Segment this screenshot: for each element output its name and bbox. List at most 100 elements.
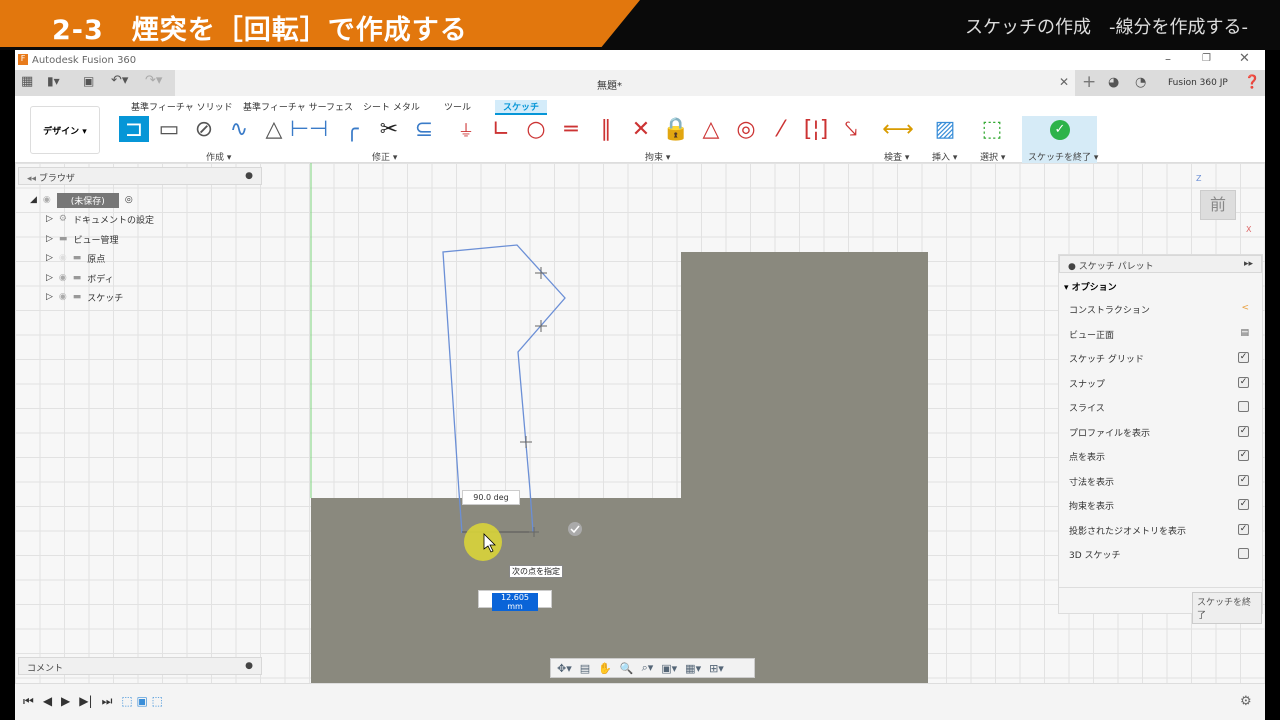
- option-checkbox[interactable]: [1238, 548, 1249, 559]
- length-value[interactable]: 12.605 mm: [492, 593, 538, 611]
- palette-finish-button[interactable]: スケッチを終了: [1192, 592, 1262, 624]
- dimension-tool-icon[interactable]: ⊢⊣: [290, 116, 328, 142]
- apps-grid-icon[interactable]: ▦: [21, 74, 33, 89]
- tree-item-bodies[interactable]: ▷ ◉ ▬ ボディ: [46, 269, 114, 287]
- option-checkbox[interactable]: [1238, 401, 1249, 412]
- last-icon[interactable]: ⏭: [102, 694, 113, 709]
- length-input[interactable]: 12.605 mm: [478, 590, 552, 611]
- palette-option[interactable]: 寸法を表示 ✓: [1069, 474, 1249, 488]
- undo-icon[interactable]: ↶▾: [111, 73, 128, 88]
- perpendicular-icon[interactable]: ∟: [486, 116, 516, 142]
- option-checkbox[interactable]: ✓: [1238, 499, 1249, 510]
- angle-dimension[interactable]: 90.0 deg: [462, 490, 520, 505]
- redo-icon[interactable]: ↷▾: [145, 73, 162, 88]
- pin-icon[interactable]: ●: [245, 171, 253, 181]
- timeline-features[interactable]: ⬚ ▣ ⬚: [121, 694, 163, 709]
- curvature-icon[interactable]: ⤥: [836, 116, 866, 142]
- option-checkbox[interactable]: ✓: [1238, 523, 1249, 535]
- grid-settings-icon[interactable]: ▦▾: [685, 662, 701, 675]
- construction-icon[interactable]: <: [1241, 303, 1249, 316]
- circle-tool-icon[interactable]: ⊘: [189, 116, 219, 142]
- orbit-icon[interactable]: ✥▾: [557, 662, 572, 675]
- palette-option[interactable]: 投影されたジオメトリを表示 ✓: [1069, 523, 1249, 537]
- insert-image-icon[interactable]: ▨: [930, 116, 960, 142]
- tree-root[interactable]: ◢ ◉ (未保存) ◎: [30, 191, 133, 209]
- option-checkbox[interactable]: ✓: [1238, 425, 1249, 437]
- trim-tool-icon[interactable]: ✂: [374, 116, 404, 142]
- palette-option[interactable]: スケッチ グリッド ✓: [1069, 352, 1249, 365]
- play-icon[interactable]: ▶: [61, 694, 70, 709]
- viewcube[interactable]: 前: [1200, 190, 1236, 220]
- tree-item-sketches[interactable]: ▷ ◉ ▬ スケッチ: [46, 288, 123, 306]
- tab-solid[interactable]: 基準フィーチャ ソリッド: [131, 100, 233, 113]
- triangle-tool-icon[interactable]: △: [259, 116, 289, 142]
- previous-icon[interactable]: ◀: [43, 694, 52, 709]
- option-checkbox[interactable]: ✓: [1238, 450, 1249, 461]
- parallel-icon[interactable]: ∥: [591, 116, 621, 142]
- help-icon[interactable]: ❓: [1244, 75, 1260, 90]
- viewports-icon[interactable]: ⊞▾: [709, 662, 724, 675]
- concentric-icon[interactable]: ◎: [731, 116, 761, 142]
- coincident-triangle-icon[interactable]: △: [696, 116, 726, 142]
- select-group-label[interactable]: 選択 ▾: [980, 150, 1005, 163]
- tangent-icon[interactable]: ○: [521, 116, 551, 142]
- select-box-icon[interactable]: ⬚: [977, 116, 1007, 142]
- rectangle-tool-icon[interactable]: ▭: [154, 116, 184, 142]
- finish-group-label[interactable]: スケッチを終了 ▾: [1028, 150, 1098, 163]
- new-tab-button[interactable]: +: [1082, 72, 1096, 92]
- palette-option[interactable]: スライス: [1069, 401, 1249, 414]
- palette-option[interactable]: 3D スケッチ: [1069, 548, 1249, 561]
- file-menu-icon[interactable]: ▮▾: [47, 74, 60, 88]
- tab-tools[interactable]: ツール: [444, 100, 471, 113]
- canvas-viewport[interactable]: 90.0 deg 次の点を指定 12.605 mm ◂◂ ブラウザ ● ◢ ◉ (未保…: [15, 163, 1265, 683]
- settings-gear-icon[interactable]: ⚙: [1240, 694, 1252, 709]
- line-tool-icon[interactable]: ⊐: [119, 116, 149, 142]
- workspace-switcher[interactable]: デザイン ▾: [30, 106, 100, 154]
- horizontal-vertical-icon[interactable]: ✕: [626, 116, 656, 142]
- notification-icon[interactable]: ◔: [1135, 75, 1146, 90]
- inspect-group-label[interactable]: 検査 ▾: [884, 150, 909, 163]
- option-checkbox[interactable]: ✓: [1238, 474, 1249, 486]
- fillet-tool-icon[interactable]: ╭: [337, 116, 367, 142]
- first-icon[interactable]: ⏮: [23, 694, 34, 709]
- palette-option[interactable]: プロファイルを表示 ✓: [1069, 425, 1249, 439]
- expand-icon[interactable]: ▸▸: [1244, 259, 1253, 269]
- pin-icon[interactable]: ●: [245, 661, 253, 671]
- pan-icon[interactable]: ✋: [598, 662, 612, 675]
- tab-sheet-metal[interactable]: シート メタル: [363, 100, 420, 113]
- palette-option[interactable]: スナップ ✓: [1069, 376, 1249, 390]
- options-section[interactable]: ▾ オプション: [1064, 280, 1117, 293]
- palette-option[interactable]: ビュー正面 ▤: [1069, 328, 1249, 341]
- next-icon[interactable]: ▶|: [79, 694, 92, 709]
- lock-icon[interactable]: 🔒: [661, 116, 691, 142]
- spline-tool-icon[interactable]: ∿: [224, 116, 254, 142]
- palette-option[interactable]: 点を表示 ✓: [1069, 450, 1249, 463]
- tree-item-document-settings[interactable]: ▷ ⚙ ドキュメントの設定: [46, 210, 154, 228]
- tab-sketch[interactable]: スケッチ: [495, 100, 548, 115]
- fix-constraint-icon[interactable]: ⏚: [451, 116, 481, 142]
- midpoint-icon[interactable]: ⁄: [766, 116, 796, 142]
- measure-icon[interactable]: ⟷: [882, 116, 914, 142]
- tree-item-origin[interactable]: ▷ ◉ ▬ 原点: [46, 249, 105, 267]
- comments-panel[interactable]: コメント ●: [18, 657, 262, 675]
- look-at-icon[interactable]: ▤: [580, 662, 590, 675]
- equal-icon[interactable]: ═: [556, 116, 586, 142]
- minimize-button[interactable]: –: [1165, 52, 1171, 66]
- zoom-icon[interactable]: 🔍: [620, 662, 634, 675]
- offset-tool-icon[interactable]: ⊆: [409, 116, 439, 142]
- display-settings-icon[interactable]: ▣▾: [661, 662, 677, 675]
- option-checkbox[interactable]: ✓: [1238, 352, 1249, 363]
- document-tab[interactable]: 無題* ✕: [175, 70, 1075, 96]
- insert-group-label[interactable]: 挿入 ▾: [932, 150, 957, 163]
- constraints-group-label[interactable]: 拘束 ▾: [645, 150, 670, 163]
- tree-item-named-views[interactable]: ▷ ▬ ビュー管理: [46, 230, 118, 248]
- restore-button[interactable]: ❐: [1202, 53, 1211, 64]
- fit-icon[interactable]: ⌕▾: [642, 661, 654, 675]
- look-at-icon[interactable]: ▤: [1240, 328, 1249, 341]
- job-status-icon[interactable]: ◕: [1108, 75, 1119, 90]
- palette-option[interactable]: コンストラクション <: [1069, 303, 1249, 316]
- close-window-button[interactable]: ✕: [1239, 51, 1250, 66]
- modify-group-label[interactable]: 修正 ▾: [372, 150, 397, 163]
- create-group-label[interactable]: 作成 ▾: [206, 150, 231, 163]
- symmetry-icon[interactable]: [¦]: [801, 116, 831, 142]
